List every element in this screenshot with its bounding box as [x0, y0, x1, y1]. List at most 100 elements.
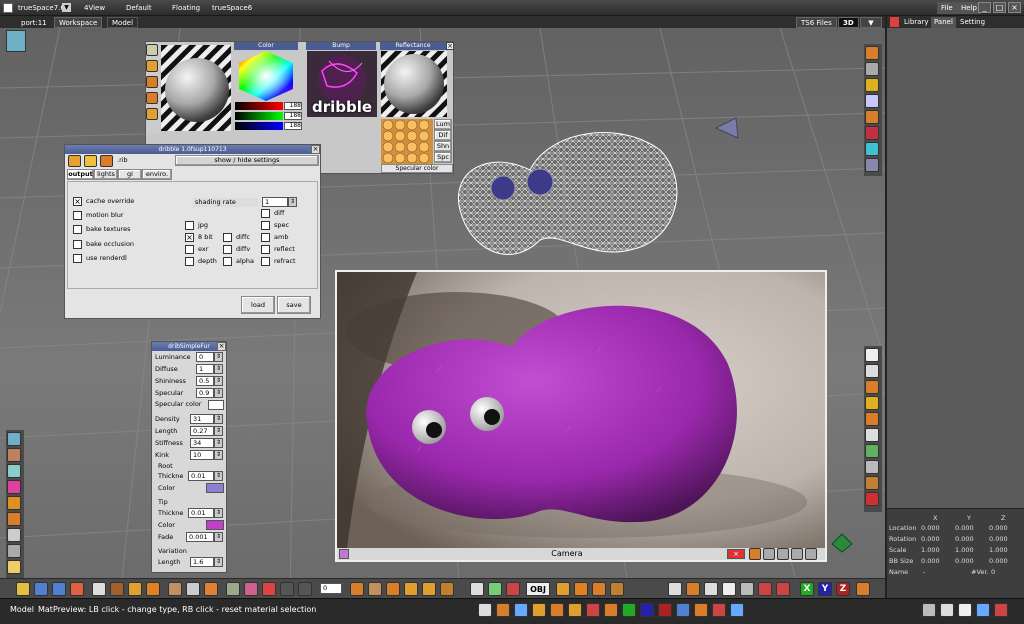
- tab-model[interactable]: Model: [107, 17, 139, 28]
- y-axis-icon[interactable]: Y: [818, 582, 832, 596]
- save-button[interactable]: save: [277, 296, 311, 314]
- close-icon[interactable]: ×: [446, 42, 454, 50]
- tab-gi[interactable]: gi: [118, 169, 142, 180]
- camera-tool-icon-1[interactable]: [749, 548, 761, 560]
- load-button[interactable]: load: [241, 296, 275, 314]
- stiffness-input[interactable]: 34: [190, 438, 214, 448]
- close-icon[interactable]: ×: [217, 342, 226, 351]
- camera-tool-icon-2[interactable]: [763, 548, 775, 560]
- fade-spinner[interactable]: ⇕: [214, 532, 223, 542]
- bottom-tool-icon-36[interactable]: [776, 582, 790, 596]
- bottom-tool-icon-13[interactable]: [244, 582, 258, 596]
- camera-tool-icon-5[interactable]: [805, 548, 817, 560]
- left-tool-icon-6[interactable]: [7, 512, 21, 526]
- root-thickness-input[interactable]: 0.01: [188, 471, 214, 481]
- status-tool-icon-13[interactable]: [694, 603, 708, 617]
- left-tool-icon-9[interactable]: [7, 560, 21, 574]
- left-tool-icon-4[interactable]: [7, 480, 21, 494]
- material-tool-icon-4[interactable]: [146, 92, 158, 104]
- bottom-tool-icon-23[interactable]: [470, 582, 484, 596]
- amb-checkbox[interactable]: [261, 233, 270, 242]
- refract-checkbox[interactable]: [261, 257, 270, 266]
- status-right-icon-3[interactable]: [958, 603, 972, 617]
- nav-widget-icon[interactable]: [6, 30, 26, 52]
- stiffness-spinner[interactable]: ⇕: [214, 438, 223, 448]
- tab-enviro[interactable]: enviro.: [142, 169, 172, 180]
- variation-length-input[interactable]: 1.6: [190, 557, 214, 567]
- blue-value[interactable]: 188: [284, 122, 302, 130]
- luminance-input[interactable]: 0: [196, 352, 214, 362]
- material-tool-icon-1[interactable]: [146, 44, 158, 56]
- reflectance-spc-button[interactable]: Spc: [434, 152, 452, 163]
- tool-icon-5[interactable]: [865, 110, 879, 124]
- jpg-checkbox[interactable]: [185, 221, 194, 230]
- render-image[interactable]: [337, 272, 825, 548]
- density-spinner[interactable]: ⇕: [214, 414, 223, 424]
- tool-icon-17[interactable]: [865, 476, 879, 490]
- folder-icon[interactable]: [84, 155, 97, 167]
- bottom-tool-icon-14[interactable]: [262, 582, 276, 596]
- material-preview-sphere[interactable]: [161, 45, 231, 131]
- rotation-z[interactable]: 0.000: [989, 534, 1008, 544]
- status-tool-icon-4[interactable]: [532, 603, 546, 617]
- bottom-tool-icon-37[interactable]: [856, 582, 870, 596]
- tip-thickness-spinner[interactable]: ⇕: [214, 508, 223, 518]
- status-right-icon-5[interactable]: [994, 603, 1008, 617]
- status-tool-icon-5[interactable]: [550, 603, 564, 617]
- tool-icon-12[interactable]: [865, 396, 879, 410]
- tab-setting[interactable]: Setting: [957, 17, 988, 28]
- color-wheel[interactable]: [235, 51, 297, 101]
- material-tool-icon-3[interactable]: [146, 76, 158, 88]
- bottom-tool-icon-17[interactable]: [350, 582, 364, 596]
- green-value[interactable]: 188: [284, 112, 302, 120]
- camera-tool-icon-4[interactable]: [791, 548, 803, 560]
- length-input[interactable]: 0.27: [190, 426, 214, 436]
- tab-lights[interactable]: lights: [94, 169, 118, 180]
- menu-file[interactable]: File: [937, 2, 957, 14]
- status-tool-icon-8[interactable]: [604, 603, 618, 617]
- ts6-files-button[interactable]: TS6 Files: [796, 17, 837, 28]
- red-slider[interactable]: [235, 102, 283, 110]
- camera-close-icon[interactable]: ×: [727, 549, 745, 559]
- bottom-tool-icon-27[interactable]: [574, 582, 588, 596]
- motion-blur-checkbox[interactable]: [73, 211, 82, 220]
- status-tool-icon-7[interactable]: [586, 603, 600, 617]
- depth-checkbox[interactable]: [185, 257, 194, 266]
- tool-icon-7[interactable]: [865, 142, 879, 156]
- z-axis-icon[interactable]: Z: [836, 582, 850, 596]
- kink-spinner[interactable]: ⇕: [214, 450, 223, 460]
- tool-icon-11[interactable]: [865, 380, 879, 394]
- folder-open-icon[interactable]: [68, 155, 81, 167]
- tool-icon-6[interactable]: [865, 126, 879, 140]
- bottom-tool-icon-15[interactable]: [280, 582, 294, 596]
- bottom-tool-icon-31[interactable]: [686, 582, 700, 596]
- kink-input[interactable]: 10: [190, 450, 214, 460]
- tip-color-swatch[interactable]: [206, 520, 224, 530]
- tool-icon-13[interactable]: [865, 412, 879, 426]
- luminance-spinner[interactable]: ⇕: [214, 352, 223, 362]
- location-y[interactable]: 0.000: [955, 523, 974, 533]
- alpha-checkbox[interactable]: [223, 257, 232, 266]
- exr-checkbox[interactable]: [185, 245, 194, 254]
- status-tool-icon-11[interactable]: [658, 603, 672, 617]
- variation-length-spinner[interactable]: ⇕: [214, 557, 223, 567]
- reflectance-sphere[interactable]: [381, 51, 447, 117]
- rotation-x[interactable]: 0.000: [921, 534, 940, 544]
- tool-icon-9[interactable]: [865, 348, 879, 362]
- spec-checkbox[interactable]: [261, 221, 270, 230]
- bottom-tool-icon-19[interactable]: [386, 582, 400, 596]
- status-right-icon-2[interactable]: [940, 603, 954, 617]
- bottom-tool-icon-9[interactable]: [168, 582, 182, 596]
- diffc-checkbox[interactable]: [223, 233, 232, 242]
- bottom-tool-icon-30[interactable]: [668, 582, 682, 596]
- status-tool-icon-6[interactable]: [568, 603, 582, 617]
- bottom-tool-icon-35[interactable]: [758, 582, 772, 596]
- left-tool-icon-8[interactable]: [7, 544, 21, 558]
- location-x[interactable]: 0.000: [921, 523, 940, 533]
- tab-floating[interactable]: Floating: [168, 2, 204, 14]
- bottom-tool-icon-3[interactable]: [52, 582, 66, 596]
- tool-icon-3[interactable]: [865, 78, 879, 92]
- tool-icon-14[interactable]: [865, 428, 879, 442]
- tab-default[interactable]: Default: [122, 2, 156, 14]
- length-spinner[interactable]: ⇕: [214, 426, 223, 436]
